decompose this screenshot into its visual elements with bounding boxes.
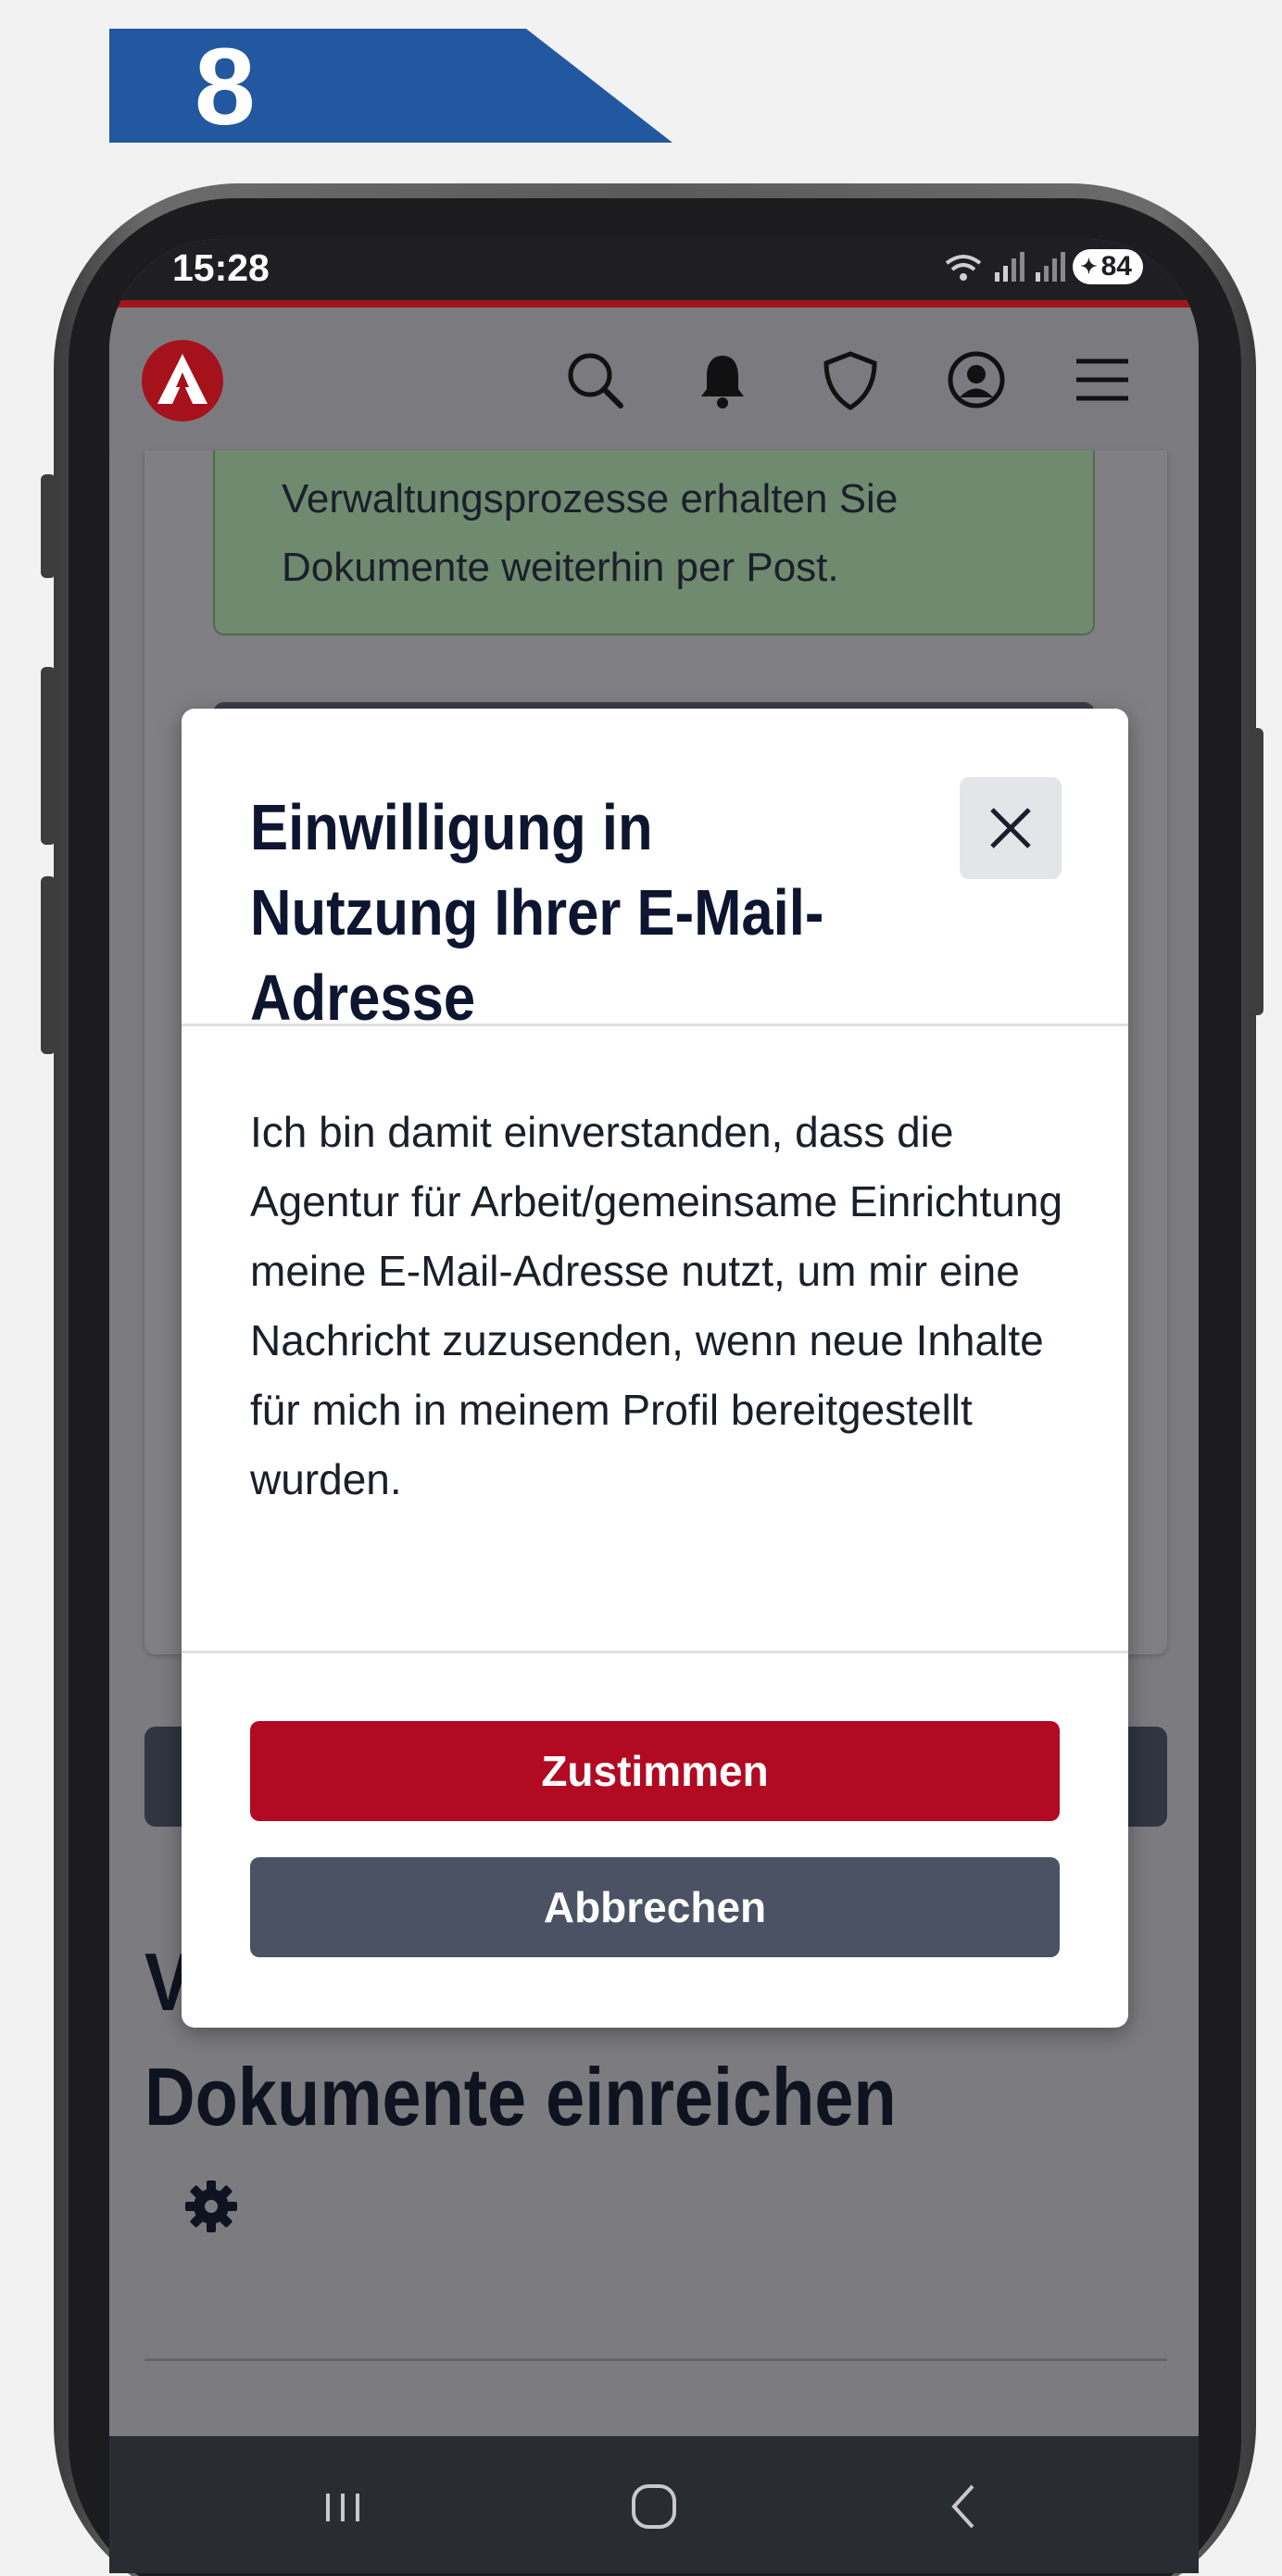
android-nav-bar xyxy=(109,2436,1199,2573)
bell-icon[interactable] xyxy=(689,346,756,413)
close-icon xyxy=(990,808,1031,848)
consent-dialog: Einwilligung in Nutzung Ihrer E-Mail-Adr… xyxy=(182,709,1128,2028)
signal-icon xyxy=(995,252,1025,282)
tutorial-frame: 8 15:28 ✦ 84 Verwaltungsprozesse erhalte… xyxy=(0,0,1282,2576)
phone-volume-down xyxy=(41,876,56,1054)
gear-icon xyxy=(185,2180,237,2232)
dialog-title: Einwilligung in Nutzung Ihrer E-Mail-Adr… xyxy=(250,791,824,1034)
step-banner: 8 xyxy=(109,29,672,143)
brand-accent-line xyxy=(109,300,1199,308)
search-icon[interactable] xyxy=(561,346,628,413)
shield-icon[interactable] xyxy=(817,346,884,413)
battery-indicator: ✦ 84 xyxy=(1073,249,1143,284)
background-divider xyxy=(145,2358,1167,2361)
app-header xyxy=(109,308,1199,450)
phone-power-button xyxy=(1251,728,1263,1015)
battery-leaf-icon: ✦ xyxy=(1080,255,1098,278)
back-icon[interactable] xyxy=(932,2473,999,2540)
agentur-logo[interactable] xyxy=(141,339,224,422)
close-button[interactable] xyxy=(960,777,1062,879)
home-icon[interactable] xyxy=(621,2473,687,2540)
wifi-icon xyxy=(945,255,982,281)
signal-icon-2 xyxy=(1036,252,1066,282)
recent-apps-icon[interactable] xyxy=(309,2473,376,2540)
status-bar: 15:28 ✦ 84 xyxy=(109,239,1199,300)
phone-side-button xyxy=(41,474,56,578)
step-number: 8 xyxy=(195,26,256,148)
dialog-body: Ich bin damit einverstanden, dass die Ag… xyxy=(250,1108,1063,1503)
info-notice: Verwaltungsprozesse erhalten Sie Dokumen… xyxy=(213,450,1095,635)
notice-text: Verwaltungsprozesse erhalten Sie Dokumen… xyxy=(282,476,899,590)
status-time: 15:28 xyxy=(172,246,270,289)
dialog-header-divider xyxy=(182,1024,1128,1026)
phone-volume-up xyxy=(41,667,56,845)
accept-button[interactable]: Zustimmen xyxy=(250,1721,1060,1821)
account-icon[interactable] xyxy=(943,346,1010,413)
menu-icon[interactable] xyxy=(1069,346,1136,413)
battery-level: 84 xyxy=(1100,251,1132,282)
dialog-footer-divider xyxy=(182,1651,1128,1653)
heading-line-2: Dokumente einreichen xyxy=(145,2051,897,2142)
cancel-button[interactable]: Abbrechen xyxy=(250,1857,1060,1957)
status-icons: ✦ 84 xyxy=(943,248,1143,285)
